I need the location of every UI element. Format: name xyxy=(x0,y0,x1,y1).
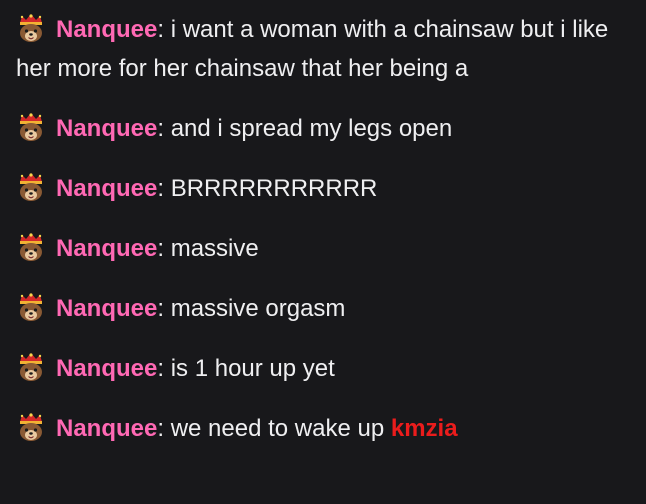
chat-message-text: is 1 hour up yet xyxy=(170,354,335,382)
crowned-animal-badge-icon[interactable] xyxy=(16,231,46,262)
chat-message: Nanquee: we need to wake up kmzia xyxy=(16,410,630,449)
chat-username[interactable]: Nanquee xyxy=(56,235,157,262)
chat-message: Nanquee: i want a woman with a chainsaw … xyxy=(16,11,630,88)
chat-username[interactable]: Nanquee xyxy=(56,175,157,202)
chat-username[interactable]: Nanquee xyxy=(56,355,157,382)
chat-message: Nanquee: massive xyxy=(16,230,630,269)
crowned-animal-badge-icon[interactable] xyxy=(16,13,46,43)
crowned-animal-badge-icon[interactable] xyxy=(16,411,46,442)
chat-message: Nanquee: and i spread my legs open xyxy=(16,110,630,149)
chat-message-text: we need to wake up xyxy=(170,414,391,442)
chat-message: Nanquee: BRRRRRRRRRRR xyxy=(16,170,630,209)
chat-mention[interactable]: kmzia xyxy=(391,415,458,442)
chat-separator: : xyxy=(157,234,171,262)
crowned-animal-badge-icon[interactable] xyxy=(16,171,46,202)
chat-message-text: BRRRRRRRRRRR xyxy=(170,174,378,202)
crowned-animal-badge-icon[interactable] xyxy=(16,351,46,382)
chat-separator: : xyxy=(157,294,171,322)
crowned-animal-badge-icon[interactable] xyxy=(16,111,46,142)
chat-separator: : xyxy=(157,414,171,442)
chat-message-text: massive orgasm xyxy=(170,294,346,322)
chat-log: Nanquee: i want a woman with a chainsaw … xyxy=(0,0,646,504)
chat-separator: : xyxy=(157,114,171,142)
chat-separator: : xyxy=(157,354,171,382)
chat-message-text: and i spread my legs open xyxy=(170,114,453,142)
chat-message: Nanquee: is 1 hour up yet xyxy=(16,350,630,389)
crowned-animal-badge-icon[interactable] xyxy=(16,291,46,322)
chat-separator: : xyxy=(157,174,171,202)
chat-message: Nanquee: massive orgasm xyxy=(16,290,630,329)
chat-username[interactable]: Nanquee xyxy=(56,295,157,322)
chat-message-text: massive xyxy=(170,234,259,262)
chat-separator: : xyxy=(157,16,171,43)
chat-username[interactable]: Nanquee xyxy=(56,115,157,142)
chat-username[interactable]: Nanquee xyxy=(56,16,157,43)
chat-username[interactable]: Nanquee xyxy=(56,415,157,442)
